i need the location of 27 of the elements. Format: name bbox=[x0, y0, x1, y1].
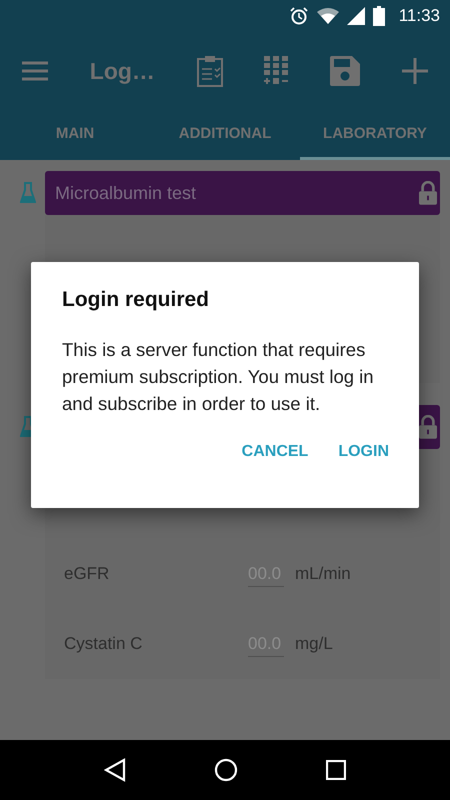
section-title: Microalbumin test bbox=[55, 182, 196, 204]
tab[interactable]: ADDITIONAL bbox=[150, 110, 300, 160]
dialog-message: This is a server function that requires premium subscription. You must log in and subscribe in order to use it. bbox=[62, 338, 375, 416]
app-title: Log… bbox=[90, 58, 155, 84]
tab[interactable]: MAIN bbox=[0, 110, 150, 160]
dialog-title: Login required bbox=[62, 288, 210, 312]
flask-icon bbox=[20, 182, 36, 204]
field-label: Cystatin C bbox=[64, 634, 144, 654]
signal-icon bbox=[346, 7, 365, 25]
dialog-button[interactable]: CANCEL bbox=[238, 439, 312, 465]
recents-icon[interactable] bbox=[326, 760, 346, 780]
field-label: eGFR bbox=[64, 564, 110, 584]
wifi-icon bbox=[316, 8, 339, 24]
dialog-button[interactable]: LOGIN bbox=[334, 439, 393, 465]
save-icon[interactable] bbox=[330, 56, 360, 86]
alarm-icon bbox=[288, 6, 309, 26]
tab[interactable]: LABORATORY bbox=[300, 110, 450, 160]
add-icon[interactable] bbox=[402, 58, 428, 84]
battery-icon bbox=[372, 6, 385, 26]
keypad-icon[interactable] bbox=[264, 56, 288, 86]
clock-time: 11:33 bbox=[398, 6, 440, 26]
unit-label: mg/L bbox=[295, 634, 333, 654]
menu-icon[interactable] bbox=[22, 61, 48, 81]
unit-label: mL/min bbox=[295, 564, 351, 584]
clipboard-icon[interactable] bbox=[196, 55, 223, 87]
home-icon[interactable] bbox=[214, 758, 238, 782]
back-icon[interactable] bbox=[104, 758, 126, 782]
